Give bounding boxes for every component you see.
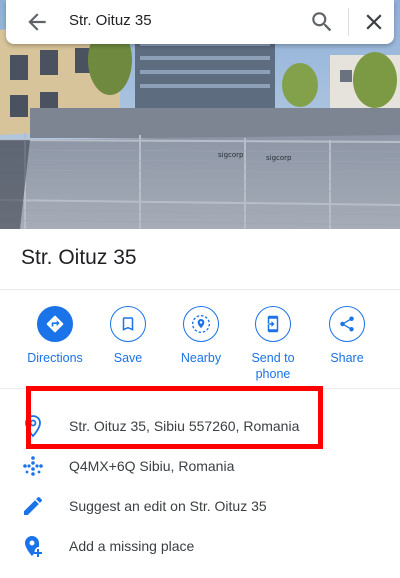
share-label: Share	[330, 351, 364, 365]
pencil-icon	[21, 494, 45, 518]
share-button[interactable]: Share	[311, 306, 383, 366]
directions-icon	[37, 306, 73, 342]
divider	[0, 289, 400, 290]
directions-button[interactable]: Directions	[19, 306, 91, 366]
directions-label: Directions	[27, 351, 83, 365]
close-icon[interactable]	[361, 9, 387, 35]
plus-code-row[interactable]: Q4MX+6Q Sibiu, Romania	[0, 446, 400, 486]
plus-code-icon	[21, 454, 45, 478]
plus-code-text: Q4MX+6Q Sibiu, Romania	[69, 458, 235, 474]
fence-sign-1: sigcorp	[218, 151, 244, 159]
nearby-icon	[183, 306, 219, 342]
send-to-phone-button[interactable]: Send to phone	[237, 306, 309, 382]
save-label: Save	[113, 351, 143, 365]
highlight-box	[26, 386, 323, 449]
send-to-phone-label: Send to phone	[251, 351, 295, 381]
add-location-icon	[21, 534, 45, 558]
place-title: Str. Oituz 35	[21, 246, 137, 269]
nearby-label: Nearby	[180, 351, 222, 365]
back-arrow-icon[interactable]	[24, 9, 50, 35]
fence-sign-2: sigcorp	[266, 154, 292, 162]
add-place-text: Add a missing place	[69, 538, 195, 554]
save-button[interactable]: Save	[92, 306, 164, 366]
add-place-row[interactable]: Add a missing place	[0, 526, 400, 566]
suggest-edit-row[interactable]: Suggest an edit on Str. Oituz 35	[0, 486, 400, 526]
search-bar[interactable]: Str. Oituz 35	[6, 0, 394, 44]
send-to-phone-icon	[255, 306, 291, 342]
suggest-edit-text: Suggest an edit on Str. Oituz 35	[69, 498, 267, 514]
nearby-button[interactable]: Nearby	[165, 306, 237, 366]
search-input[interactable]: Str. Oituz 35	[69, 12, 152, 29]
share-icon	[329, 306, 365, 342]
search-icon[interactable]	[309, 9, 335, 35]
search-divider	[348, 8, 349, 36]
bookmark-icon	[110, 306, 146, 342]
